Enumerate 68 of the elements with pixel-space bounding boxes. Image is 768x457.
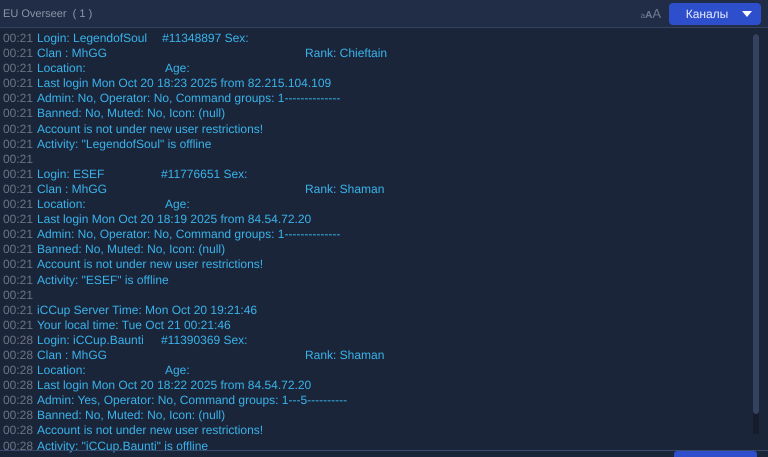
log-message: #11776651 Sex: [161,166,248,182]
log-message: Age: [165,363,190,378]
log-message: Banned: No, Muted: No, Icon: (null) [37,106,226,122]
log-message: Activity: "LegendofSoul" is offline [37,136,212,152]
timestamp: 00:28 [3,438,34,454]
log-message: Account is not under new user restrictions! [37,122,264,137]
log-message: Account is not under new user restrictions! [37,423,264,439]
log-message: Rank: Shaman [305,182,384,198]
timestamp: 00:21 [3,166,34,182]
log-message: Last login Mon Oct 20 18:19 2025 from 84.54.72.20 [37,212,312,228]
log-message: Age: [165,197,190,212]
log-message: Last login Mon Oct 20 18:23 2025 from 82.215.104.109 [37,76,332,92]
timestamp: 00:21 [3,31,34,46]
timestamp: 00:28 [3,393,34,408]
log-message: Location: [37,61,87,76]
font-size-button[interactable]: aAA [640,6,661,20]
timestamp: 00:28 [3,378,34,394]
timestamp: 00:21 [3,302,34,318]
log-message: Admin: No, Operator: No, Command groups: 1-------------- [37,227,340,242]
log-message: Rank: Shaman [305,348,384,364]
timestamp: 00:21 [3,122,34,137]
log-message: #11390369 Sex: [161,332,248,348]
timestamp: 00:21 [3,46,34,62]
log-message: Login: LegendofSoul [37,31,148,46]
timestamp: 00:21 [3,197,34,212]
timestamp: 00:21 [3,76,34,92]
timestamp: 00:21 [3,212,34,228]
timestamp: 00:21 [3,257,34,272]
timestamp: 00:28 [3,332,34,348]
log-message: Admin: No, Operator: No, Command groups: 1-------------- [37,91,340,106]
timestamp: 00:21 [3,136,34,152]
log-message: Last login Mon Oct 20 18:22 2025 from 84.54.72.20 [37,378,312,394]
log-message: Age: [165,61,190,76]
log-message: Clan : MhGG [37,46,108,62]
log-message: Login: ESEF [37,166,106,182]
log-message: Location: [37,197,87,212]
log-message: iCCup Server Time: Mon Oct 20 19:21:46 [37,302,258,318]
log-message: Clan : MhGG [37,182,108,198]
log-message: Banned: No, Muted: No, Icon: (null) [37,242,226,258]
window-title: EU Overseer ( 1 ) [3,8,92,20]
log-message: Login: iCCup.Baunti [37,332,145,348]
log-message: Admin: Yes, Operator: No, Command groups: 1---5---------- [37,393,348,408]
log-message: Your local time: Tue Oct 21 00:21:46 [37,318,231,333]
channels-dropdown[interactable]: Каналы [669,2,761,24]
timestamp: 00:21 [3,272,34,288]
timestamp: 00:21 [3,61,34,76]
timestamp: 00:21 [3,242,34,258]
timestamp: 00:28 [3,423,34,439]
log-message: #11348897 Sex: [162,31,249,46]
timestamp: 00:28 [3,363,34,378]
timestamp: 00:28 [3,348,34,364]
scrollbar[interactable] [753,34,759,434]
timestamp: 00:28 [3,408,34,424]
timestamp: 00:21 [3,106,34,122]
log-message: Banned: No, Muted: No, Icon: (null) [37,408,226,424]
timestamp: 00:21 [3,91,34,106]
log-message: Clan : MhGG [37,348,108,364]
timestamp: 00:21 [3,152,34,167]
timestamp: 00:21 [3,318,34,333]
log-message: Activity: "iCCup.Baunti" is offline [37,438,208,454]
timestamp: 00:21 [3,227,34,242]
log-message: Activity: "ESEF" is offline [37,272,169,288]
timestamp: 00:21 [3,182,34,198]
timestamp: 00:21 [3,288,34,303]
log-message: Rank: Chieftain [305,46,388,62]
log-message: Account is not under new user restrictions! [37,257,264,272]
caret-icon [742,10,752,16]
log-message: Location: [37,363,87,378]
